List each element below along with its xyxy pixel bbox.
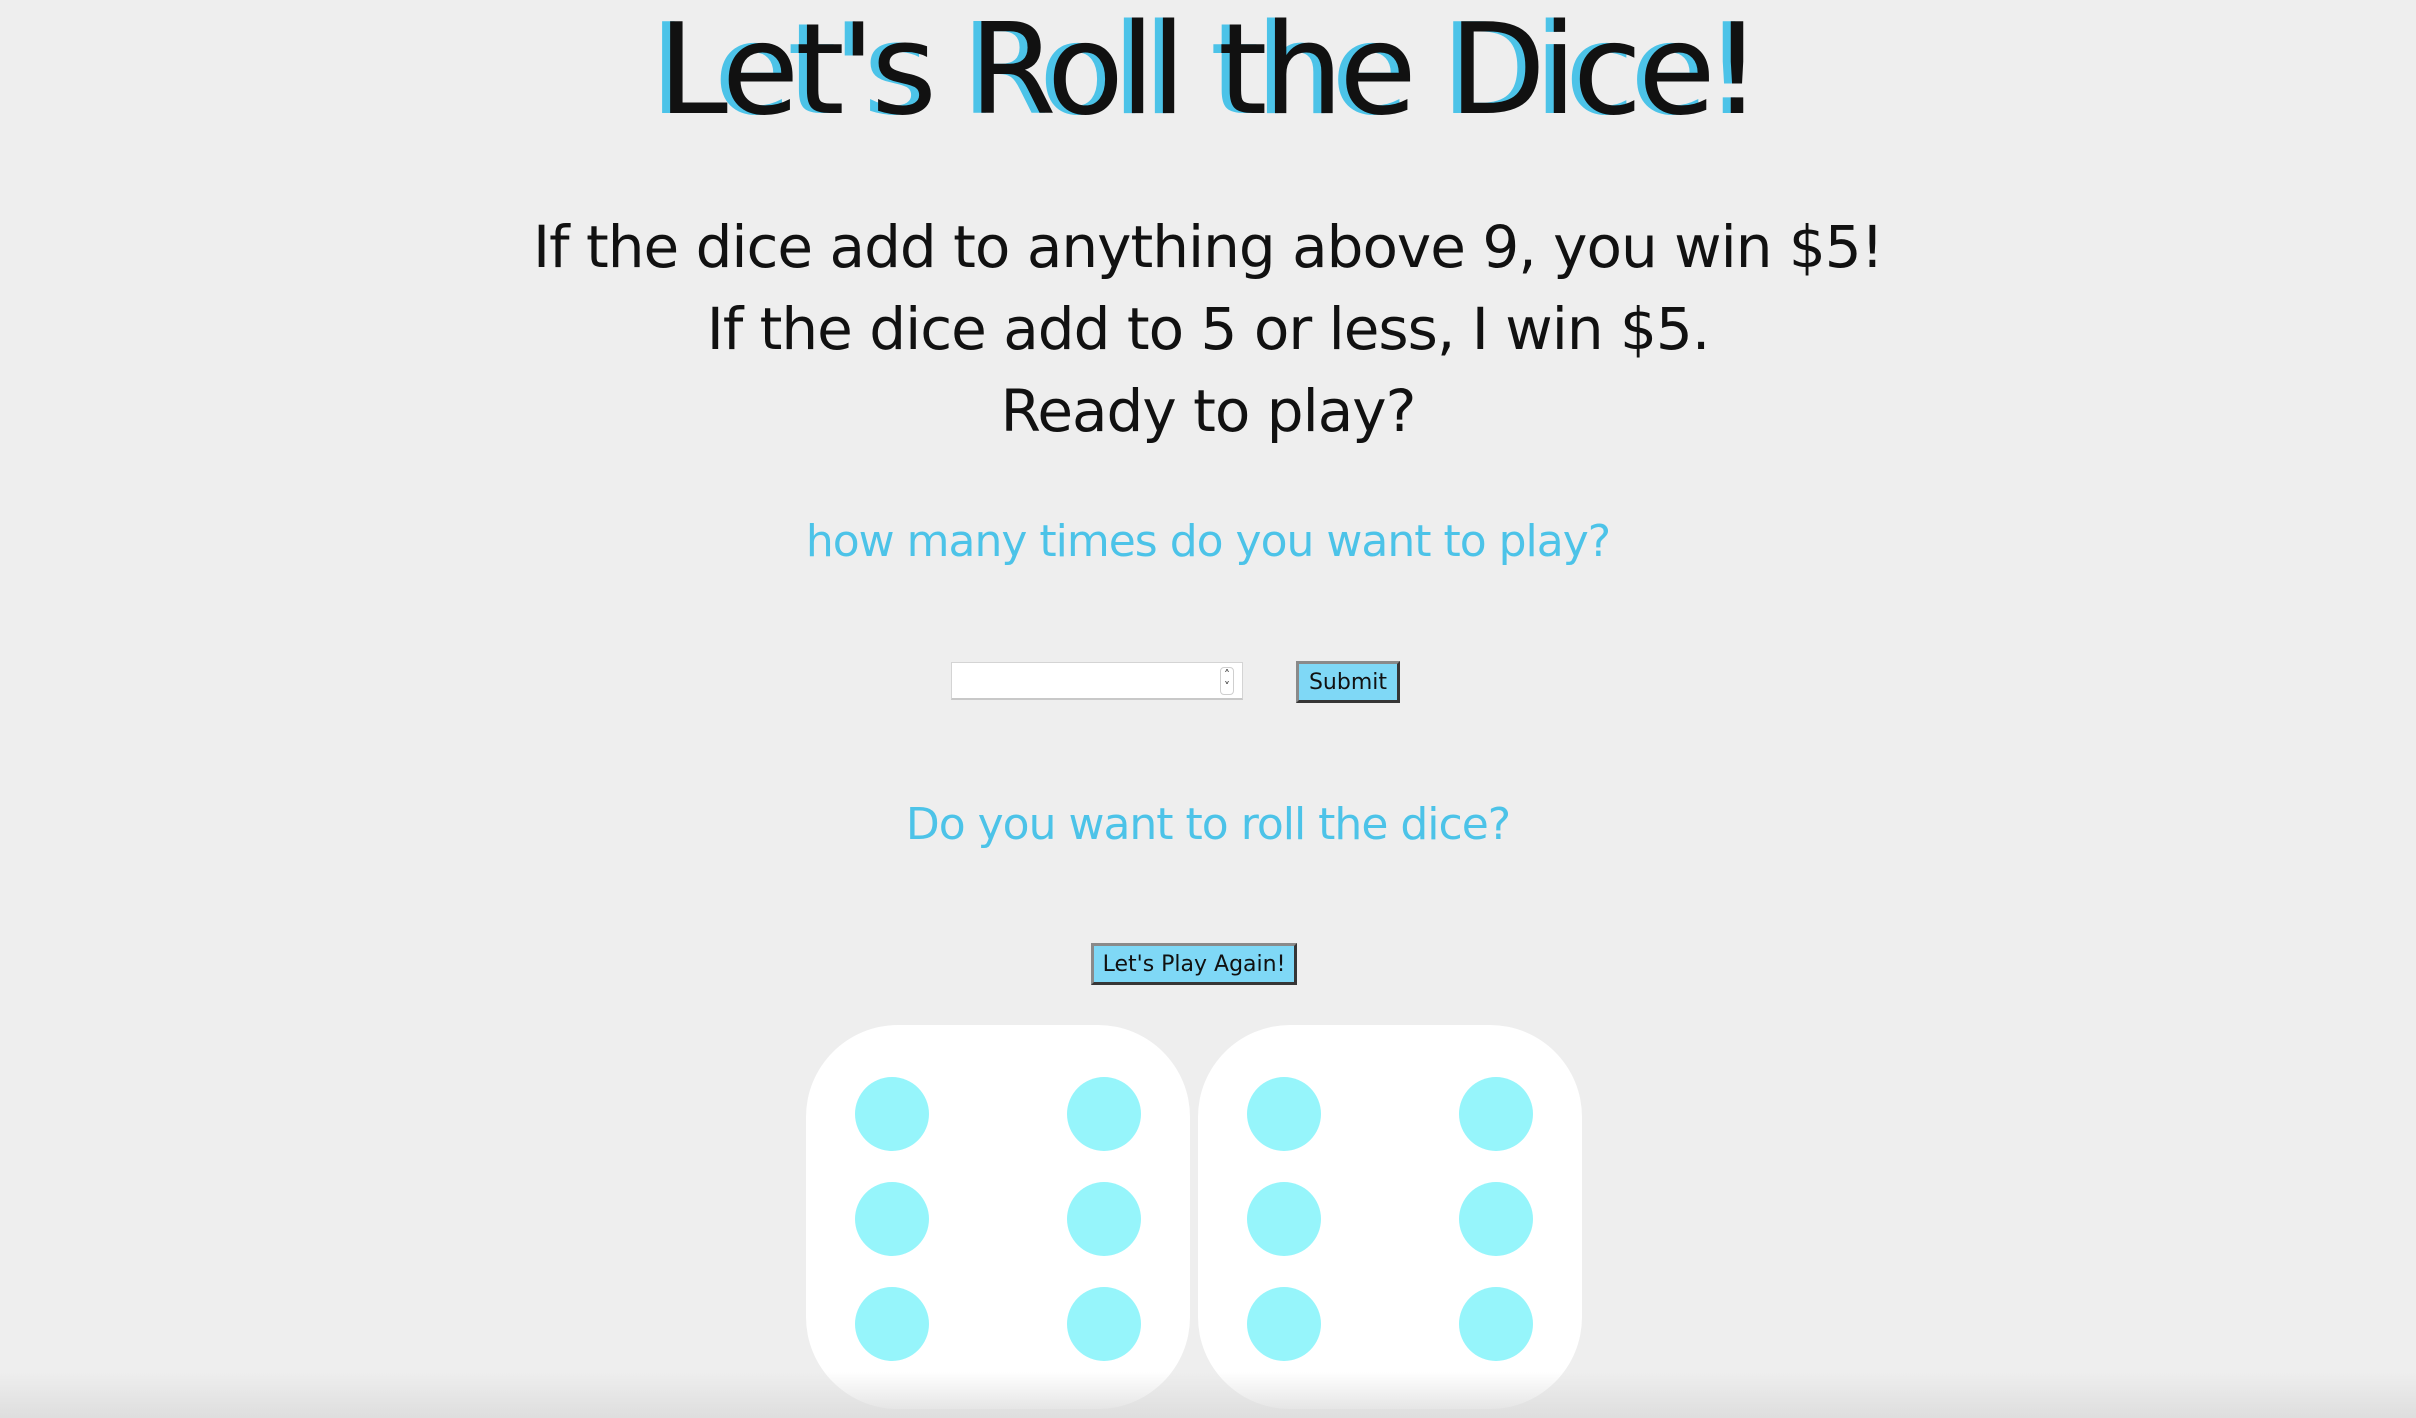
die-pip: [1459, 1182, 1533, 1256]
page: Let's Roll the Dice! If the dice add to …: [0, 0, 2416, 1418]
die-pip: [1459, 1287, 1533, 1361]
die-pip: [1247, 1077, 1321, 1151]
rules-text: If the dice add to anything above 9, you…: [0, 206, 2416, 452]
roll-prompt: Do you want to roll the dice?: [905, 799, 1511, 850]
number-stepper[interactable]: ˄ ˅: [1220, 667, 1234, 695]
die-pip: [855, 1077, 929, 1151]
die-pip: [855, 1287, 929, 1361]
die-pip: [1067, 1077, 1141, 1151]
die-pip: [1067, 1182, 1141, 1256]
play-again-button[interactable]: Let's Play Again!: [1091, 943, 1297, 985]
die-pip: [1459, 1077, 1533, 1151]
play-count-input[interactable]: [952, 663, 1202, 697]
rule-lose-line: If the dice add to 5 or less, I win $5.: [706, 295, 1711, 363]
die-pip: [1067, 1287, 1141, 1361]
rule-win-line: If the dice add to anything above 9, you…: [533, 213, 1884, 281]
play-count-field[interactable]: ˄ ˅: [951, 662, 1243, 700]
ready-line: Ready to play?: [1000, 377, 1417, 445]
die-1: [806, 1025, 1190, 1409]
page-title: Let's Roll the Dice!: [657, 0, 1762, 143]
die-pip: [1247, 1182, 1321, 1256]
play-count-prompt: how many times do you want to play?: [805, 516, 1611, 567]
bottom-scroll-shadow: [0, 1372, 2416, 1418]
die-pip: [1247, 1287, 1321, 1361]
stepper-down-icon[interactable]: ˅: [1224, 681, 1230, 693]
submit-button[interactable]: Submit: [1296, 661, 1400, 703]
die-2: [1198, 1025, 1582, 1409]
die-pip: [855, 1182, 929, 1256]
